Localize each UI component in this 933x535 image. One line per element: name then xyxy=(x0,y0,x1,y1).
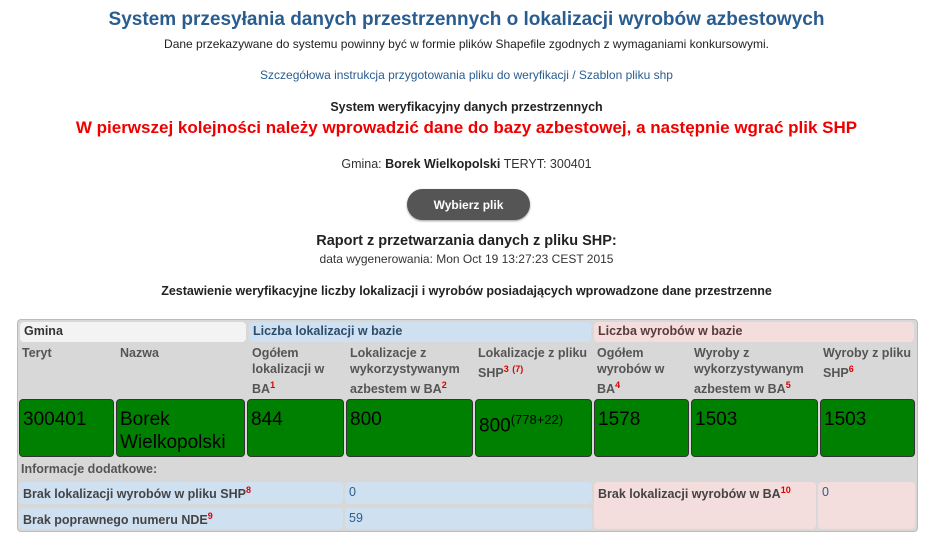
col-lokalizacje-wykorzystywane: Lokalizacje z wykorzystywanym azbestem w… xyxy=(350,346,460,397)
group-wyroby: Liczba wyrobów w bazie xyxy=(594,322,914,342)
report-table: Gmina Liczba lokalizacji w bazie Liczba … xyxy=(17,319,918,532)
warning-message: W pierwszej kolejności należy wprowadzić… xyxy=(75,118,858,137)
col-ogolem-wyrobow: Ogółem wyrobów w BA4 xyxy=(597,346,665,397)
cell-nazwa: Borek Wielkopolski xyxy=(116,399,245,457)
group-lokalizacje: Liczba lokalizacji w bazie xyxy=(249,322,591,342)
instruction-link[interactable]: Szczegółowa instrukcja przygotowania pli… xyxy=(260,68,569,82)
gmina-name: Borek Wielkopolski xyxy=(385,157,501,171)
gmina-info: Gmina: Borek Wielkopolski TERYT: 300401 xyxy=(0,157,933,171)
teryt-label: TERYT: xyxy=(503,157,547,171)
cell-lokalizacje-wykorzystywane: 800 xyxy=(346,399,473,457)
info-title: Informacje dodatkowe: xyxy=(21,462,158,476)
report-title: Raport z przetwarzania danych z pliku SH… xyxy=(316,233,617,249)
cell-ogolem-lokalizacji: 844 xyxy=(247,399,344,457)
col-lokalizacje-shp: Lokalizacje z pliku SHP3 (7) xyxy=(478,346,588,381)
col-nazwa: Nazwa xyxy=(120,346,159,360)
cell-ogolem-wyrobow: 1578 xyxy=(594,399,689,457)
brak-lokalizacji-shp-label: Brak lokalizacji wyrobów w pliku SHP8 xyxy=(19,482,343,504)
cell-teryt: 300401 xyxy=(19,399,114,457)
col-ogolem-lokalizacji: Ogółem lokalizacji w BA1 xyxy=(252,346,325,397)
links-separator: / xyxy=(572,68,576,82)
cell-lokalizacje-shp: 800(778+22) xyxy=(475,399,592,457)
system-label: System weryfikacyjny danych przestrzenny… xyxy=(330,100,603,114)
col-wyroby-wykorzystywane: Wyroby z wykorzystywanym azbestem w BA5 xyxy=(694,346,804,397)
report-generated: data wygenerowania: Mon Oct 19 13:27:23 … xyxy=(319,252,614,266)
group-gmina: Gmina xyxy=(20,322,246,342)
links-row: Szczegółowa instrukcja przygotowania pli… xyxy=(0,68,933,82)
brak-lokalizacji-shp-value: 0 xyxy=(345,482,592,504)
cell-wyroby-shp: 1503 xyxy=(820,399,915,457)
teryt-value: 300401 xyxy=(549,157,592,171)
col-teryt: Teryt xyxy=(22,346,52,360)
page-title: System przesyłania danych przestrzennych… xyxy=(108,9,825,30)
page-subtitle: Dane przekazywane do systemu powinny być… xyxy=(164,37,769,51)
cell-wyroby-wykorzystywane: 1503 xyxy=(691,399,818,457)
col-wyroby-shp: Wyroby z pliku SHP6 xyxy=(823,346,911,381)
brak-lokalizacji-ba-label: Brak lokalizacji wyrobów w BA10 xyxy=(594,482,816,529)
brak-nde-label: Brak poprawnego numeru NDE9 xyxy=(19,508,343,529)
choose-file-button[interactable]: Wybierz plik xyxy=(407,189,530,220)
gmina-label: Gmina: xyxy=(341,157,382,171)
brak-nde-value: 59 xyxy=(345,508,592,529)
brak-lokalizacji-ba-value: 0 xyxy=(818,482,915,529)
template-link[interactable]: Szablon pliku shp xyxy=(579,68,673,82)
summary-title: Zestawienie weryfikacyjne liczby lokaliz… xyxy=(161,284,772,298)
